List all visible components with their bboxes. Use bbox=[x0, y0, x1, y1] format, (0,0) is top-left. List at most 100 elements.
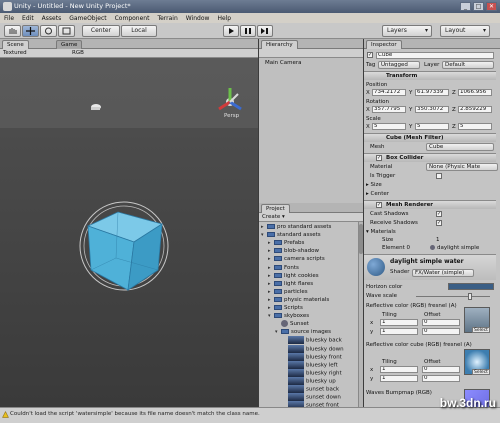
scale-z-field[interactable]: 5 bbox=[458, 123, 492, 130]
project-item[interactable]: ▸ blob-shadow bbox=[268, 247, 319, 255]
maximize-button[interactable]: □ bbox=[473, 2, 484, 11]
layers-dropdown[interactable]: Layers ▾ bbox=[382, 25, 432, 37]
menu-edit[interactable]: Edit bbox=[22, 15, 34, 22]
horizon-color-swatch[interactable] bbox=[448, 283, 494, 290]
rotation-z-field[interactable]: 2.859229 bbox=[458, 106, 492, 113]
shader-dropdown[interactable]: FX/Water (simple) bbox=[412, 269, 474, 277]
cube-offset-y-field[interactable]: 0 bbox=[422, 375, 460, 382]
menu-help[interactable]: Help bbox=[217, 15, 231, 22]
project-item[interactable]: ▸ pro standard assets bbox=[261, 223, 331, 231]
project-item[interactable]: ▸ Fonts bbox=[268, 264, 299, 272]
move-tool-button[interactable] bbox=[22, 25, 39, 37]
pivot-center-toggle[interactable]: Center bbox=[82, 25, 120, 37]
wave-scale-slider-track[interactable] bbox=[416, 296, 490, 297]
offset-y-field[interactable]: 0 bbox=[422, 328, 460, 335]
minimize-button[interactable]: _ bbox=[460, 2, 471, 11]
object-name-field[interactable]: Cube bbox=[376, 52, 494, 59]
offset-x-field[interactable]: 0 bbox=[422, 319, 460, 326]
tiling-y-field[interactable]: 1 bbox=[380, 328, 418, 335]
layout-dropdown[interactable]: Layout ▾ bbox=[440, 25, 490, 37]
cube-tiling-x-field[interactable]: 1 bbox=[380, 366, 418, 373]
scale-x-field[interactable]: 5 bbox=[372, 123, 406, 130]
scale-y-field[interactable]: 5 bbox=[415, 123, 449, 130]
project-item[interactable]: ▸ light cookies bbox=[268, 272, 319, 280]
rotation-x-field[interactable]: 357.7795 bbox=[372, 106, 406, 113]
project-item[interactable]: ▸ Prefabs bbox=[268, 239, 304, 247]
project-item[interactable]: bluesky right bbox=[282, 368, 342, 377]
hierarchy-item-main-camera[interactable]: Main Camera bbox=[265, 59, 301, 67]
project-item[interactable]: sunset down bbox=[282, 393, 341, 402]
scale-tool-button[interactable] bbox=[58, 25, 75, 37]
position-y-field[interactable]: 61.97339 bbox=[415, 89, 449, 96]
project-item[interactable]: Sunset bbox=[275, 320, 309, 328]
project-item[interactable]: ▸ Scripts bbox=[268, 304, 303, 312]
wave-scale-slider-thumb[interactable] bbox=[468, 293, 472, 300]
camera-gizmo-icon[interactable] bbox=[91, 104, 101, 110]
project-item[interactable]: bluesky left bbox=[282, 360, 338, 369]
render-mode-dropdown[interactable]: Textured bbox=[3, 50, 27, 56]
materials-size-value[interactable]: 1 bbox=[436, 236, 440, 244]
project-item[interactable]: ▸ light flares bbox=[268, 280, 313, 288]
project-scrollbar[interactable] bbox=[358, 222, 363, 407]
scene-viewport[interactable]: Persp bbox=[0, 58, 258, 407]
tab-scene[interactable]: Scene bbox=[2, 40, 29, 49]
cube-offset-x-field[interactable]: 0 bbox=[422, 366, 460, 373]
layer-dropdown[interactable]: Default bbox=[442, 61, 494, 69]
rotate-tool-button[interactable] bbox=[40, 25, 57, 37]
rotation-y-field[interactable]: 350.3072 bbox=[415, 106, 449, 113]
hand-tool-button[interactable] bbox=[4, 25, 21, 37]
project-item[interactable]: ▸ camera scripts bbox=[268, 255, 325, 263]
menu-window[interactable]: Window bbox=[186, 15, 210, 22]
box-collider-enabled-checkbox[interactable]: ✓ bbox=[376, 155, 382, 161]
project-item[interactable]: bluesky down bbox=[282, 344, 344, 353]
menu-gameobject[interactable]: GameObject bbox=[69, 15, 106, 22]
menu-component[interactable]: Component bbox=[115, 15, 150, 22]
project-item[interactable]: ▸ physic materials bbox=[268, 296, 329, 304]
project-item[interactable]: ▾ standard assets bbox=[261, 231, 321, 239]
tab-project[interactable]: Project bbox=[261, 204, 290, 213]
position-z-field[interactable]: 1066.956 bbox=[458, 89, 492, 96]
color-mode-dropdown[interactable]: RGB bbox=[72, 50, 84, 56]
project-item[interactable]: bluesky front bbox=[282, 352, 342, 361]
project-item[interactable]: ▾ source images bbox=[275, 328, 331, 336]
reflective-select-button[interactable]: Select bbox=[472, 327, 490, 333]
mesh-renderer-enabled-checkbox[interactable]: ✓ bbox=[376, 202, 382, 208]
position-x-field[interactable]: 734.2172 bbox=[372, 89, 406, 96]
menu-assets[interactable]: Assets bbox=[42, 15, 62, 22]
menu-file[interactable]: File bbox=[4, 15, 14, 22]
cube-tiling-y-field[interactable]: 1 bbox=[380, 375, 418, 382]
tiling-x-field[interactable]: 1 bbox=[380, 319, 418, 326]
tab-hierarchy[interactable]: Hierarchy bbox=[261, 40, 298, 49]
project-item[interactable]: bluesky back bbox=[282, 336, 342, 345]
scrollbar-thumb[interactable] bbox=[359, 224, 363, 254]
receive-shadows-checkbox[interactable]: ✓ bbox=[436, 220, 442, 226]
physic-material-field[interactable]: None (Physic Mate bbox=[426, 163, 498, 171]
mesh-renderer-header[interactable]: ✓ Mesh Renderer bbox=[364, 200, 496, 209]
mesh-field[interactable]: Cube bbox=[426, 143, 494, 151]
tab-game[interactable]: Game bbox=[56, 40, 83, 49]
tab-inspector[interactable]: Inspector bbox=[366, 40, 402, 49]
cast-shadows-checkbox[interactable]: ✓ bbox=[436, 211, 442, 217]
project-item-label: bluesky front bbox=[306, 354, 342, 361]
element0-value[interactable]: daylight simple bbox=[430, 244, 479, 252]
cube-select-button[interactable]: Select bbox=[472, 369, 490, 375]
material-header[interactable]: daylight simple water Shader FX/Water (s… bbox=[364, 254, 496, 280]
pivot-local-toggle[interactable]: Local bbox=[121, 25, 157, 37]
project-item[interactable]: bluesky up bbox=[282, 376, 336, 385]
project-item[interactable]: sunset back bbox=[282, 385, 339, 393]
step-button[interactable] bbox=[257, 25, 273, 37]
menu-terrain[interactable]: Terrain bbox=[157, 15, 177, 22]
transform-header[interactable]: Transform bbox=[364, 71, 496, 80]
tag-dropdown[interactable]: Untagged bbox=[378, 61, 420, 69]
pause-button[interactable] bbox=[240, 25, 256, 37]
play-button[interactable] bbox=[223, 25, 239, 37]
object-active-checkbox[interactable]: ✓ bbox=[367, 52, 373, 58]
create-dropdown[interactable]: Create ▾ bbox=[262, 214, 285, 220]
is-trigger-checkbox[interactable] bbox=[436, 173, 442, 179]
project-item[interactable]: ▾ skyboxes bbox=[268, 312, 309, 320]
status-message[interactable]: Couldn't load the script 'watersimple' b… bbox=[10, 411, 260, 417]
box-collider-header[interactable]: ✓ Box Collider bbox=[364, 153, 496, 162]
close-button[interactable]: ✕ bbox=[486, 2, 497, 11]
mesh-filter-header[interactable]: Cube (Mesh Filter) bbox=[364, 133, 496, 142]
project-item[interactable]: ▸ particles bbox=[268, 288, 308, 296]
